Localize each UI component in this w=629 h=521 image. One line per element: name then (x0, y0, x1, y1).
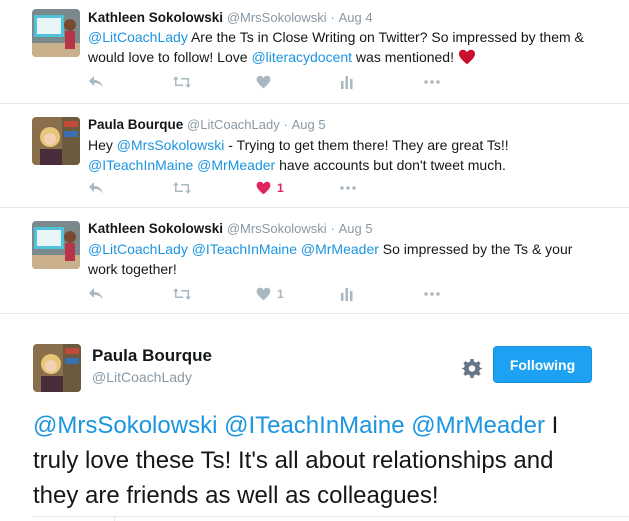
like-button[interactable]: 1 (256, 284, 340, 304)
tweet-text: @LitCoachLady @ITeachInMaine @MrMeader S… (88, 239, 608, 279)
more-icon (424, 292, 440, 296)
tweet-text: Hey @MrsSokolowski - Trying to get them … (88, 135, 608, 175)
display-name[interactable]: Kathleen Sokolowski (88, 221, 223, 236)
like-button[interactable] (256, 72, 340, 92)
like-icon (256, 287, 271, 301)
divider (114, 516, 115, 521)
tweet-text-segment: truly love these Ts! It's all about rela… (33, 447, 554, 474)
separator-dot: · (330, 10, 335, 25)
tweet-text-segment: have accounts but don't tweet much. (275, 157, 506, 173)
mention-link[interactable]: @MrMeader (411, 412, 545, 439)
tweet-text-segment: I (544, 412, 559, 439)
tweet-actions (88, 72, 508, 92)
main-tweet-text: @MrsSokolowski @ITeachInMaine @MrMeader … (33, 408, 613, 513)
avatar[interactable] (32, 117, 80, 165)
more-icon (424, 80, 440, 84)
mention-link[interactable]: @MrsSokolowski (33, 412, 217, 439)
gear-icon[interactable] (462, 358, 482, 378)
retweet-icon (173, 182, 191, 194)
tweet-text-line: Hey @MrsSokolowski - Trying to get them … (88, 135, 608, 155)
analytics-icon (341, 76, 353, 89)
like-button[interactable]: 1 (256, 178, 340, 198)
main-tweet: Paula Bourque @LitCoachLady Following @M… (0, 314, 629, 521)
separator-dot: · (283, 117, 288, 132)
tweet-text-line: truly love these Ts! It's all about rela… (33, 443, 613, 478)
tweet-text-segment: they are friends as well as colleagues! (33, 482, 439, 509)
tweet-header: Kathleen Sokolowski @MrsSokolowski · Aug… (88, 221, 373, 236)
like-count: 1 (277, 287, 284, 301)
mention-link[interactable]: @LitCoachLady (88, 241, 188, 257)
display-name[interactable]: Paula Bourque (88, 117, 183, 132)
tweet-text-line: would love to follow! Love @literacydoce… (88, 47, 608, 70)
like-icon (256, 75, 271, 89)
reply-button[interactable] (88, 178, 172, 198)
avatar[interactable] (32, 221, 80, 269)
tweet-text-segment: So impressed by the Ts & your (378, 241, 573, 257)
following-button[interactable]: Following (493, 346, 592, 383)
analytics-button[interactable] (340, 284, 424, 304)
mention-link[interactable]: @MrMeader (301, 241, 379, 257)
more-icon (340, 186, 356, 190)
tweet-text-segment: would love to follow! Love (88, 49, 252, 65)
more-button[interactable] (424, 72, 508, 92)
tweet-text-segment: - Trying to get them there! They are gre… (224, 137, 509, 153)
tweet-text-line: @LitCoachLady @ITeachInMaine @MrMeader S… (88, 239, 608, 259)
tweet[interactable]: Kathleen Sokolowski @MrsSokolowski · Aug… (0, 208, 629, 314)
avatar[interactable] (32, 9, 80, 57)
like-count: 1 (277, 181, 284, 195)
tweet-text-segment: was mentioned! (352, 49, 458, 65)
retweet-button[interactable] (172, 178, 256, 198)
retweet-icon (173, 288, 191, 300)
mention-link[interactable]: @MrMeader (197, 157, 275, 173)
retweet-button[interactable] (172, 284, 256, 304)
mention-link[interactable]: @ITeachInMaine (192, 241, 297, 257)
tweet-text-segment: Are the Ts in Close Writing on Twitter? … (187, 29, 584, 45)
tweet-header: Paula Bourque @LitCoachLady · Aug 5 (88, 117, 326, 132)
avatar[interactable] (33, 344, 81, 392)
user-handle[interactable]: @LitCoachLady (92, 369, 192, 385)
divider (33, 516, 629, 517)
reply-button[interactable] (88, 284, 172, 304)
mention-link[interactable]: @LitCoachLady (88, 29, 188, 45)
tweet-text-segment: work together! (88, 261, 177, 277)
tweet-text-segment: Hey (88, 137, 117, 153)
tweet-header: Kathleen Sokolowski @MrsSokolowski · Aug… (88, 10, 373, 25)
heart-emoji-icon (458, 49, 476, 70)
tweet-actions: 1 (88, 284, 508, 304)
tweet-timestamp[interactable]: Aug 5 (339, 221, 373, 236)
reply-icon (89, 76, 103, 88)
more-button[interactable] (340, 178, 424, 198)
tweet[interactable]: Kathleen Sokolowski @MrsSokolowski · Aug… (0, 0, 629, 104)
like-icon (256, 181, 271, 195)
tweet-actions: 1 (88, 178, 424, 198)
analytics-icon (341, 288, 353, 301)
analytics-button[interactable] (340, 72, 424, 92)
mention-link[interactable]: @MrsSokolowski (117, 137, 225, 153)
reply-button[interactable] (88, 72, 172, 92)
tweet-text: @LitCoachLady Are the Ts in Close Writin… (88, 27, 608, 70)
user-handle[interactable]: @LitCoachLady (187, 117, 280, 132)
retweet-icon (173, 76, 191, 88)
tweet-text-line: they are friends as well as colleagues! (33, 478, 613, 513)
more-button[interactable] (424, 284, 508, 304)
tweet-text-line: @LitCoachLady Are the Ts in Close Writin… (88, 27, 608, 47)
tweet[interactable]: Paula Bourque @LitCoachLady · Aug 5 Hey … (0, 104, 629, 208)
display-name[interactable]: Kathleen Sokolowski (88, 10, 223, 25)
user-handle[interactable]: @MrsSokolowski (227, 221, 327, 236)
separator-dot: · (330, 221, 335, 236)
mention-link[interactable]: @ITeachInMaine (224, 412, 404, 439)
tweet-text-line: work together! (88, 259, 608, 279)
reply-icon (89, 182, 103, 194)
display-name[interactable]: Paula Bourque (92, 346, 212, 366)
mention-link[interactable]: @literacydocent (251, 49, 352, 65)
tweet-text-line: @ITeachInMaine @MrMeader have accounts b… (88, 155, 608, 175)
tweet-timestamp[interactable]: Aug 5 (292, 117, 326, 132)
retweet-button[interactable] (172, 72, 256, 92)
tweet-text-line: @MrsSokolowski @ITeachInMaine @MrMeader … (33, 408, 613, 443)
reply-icon (89, 288, 103, 300)
mention-link[interactable]: @ITeachInMaine (88, 157, 193, 173)
user-handle[interactable]: @MrsSokolowski (227, 10, 327, 25)
tweet-timestamp[interactable]: Aug 4 (339, 10, 373, 25)
